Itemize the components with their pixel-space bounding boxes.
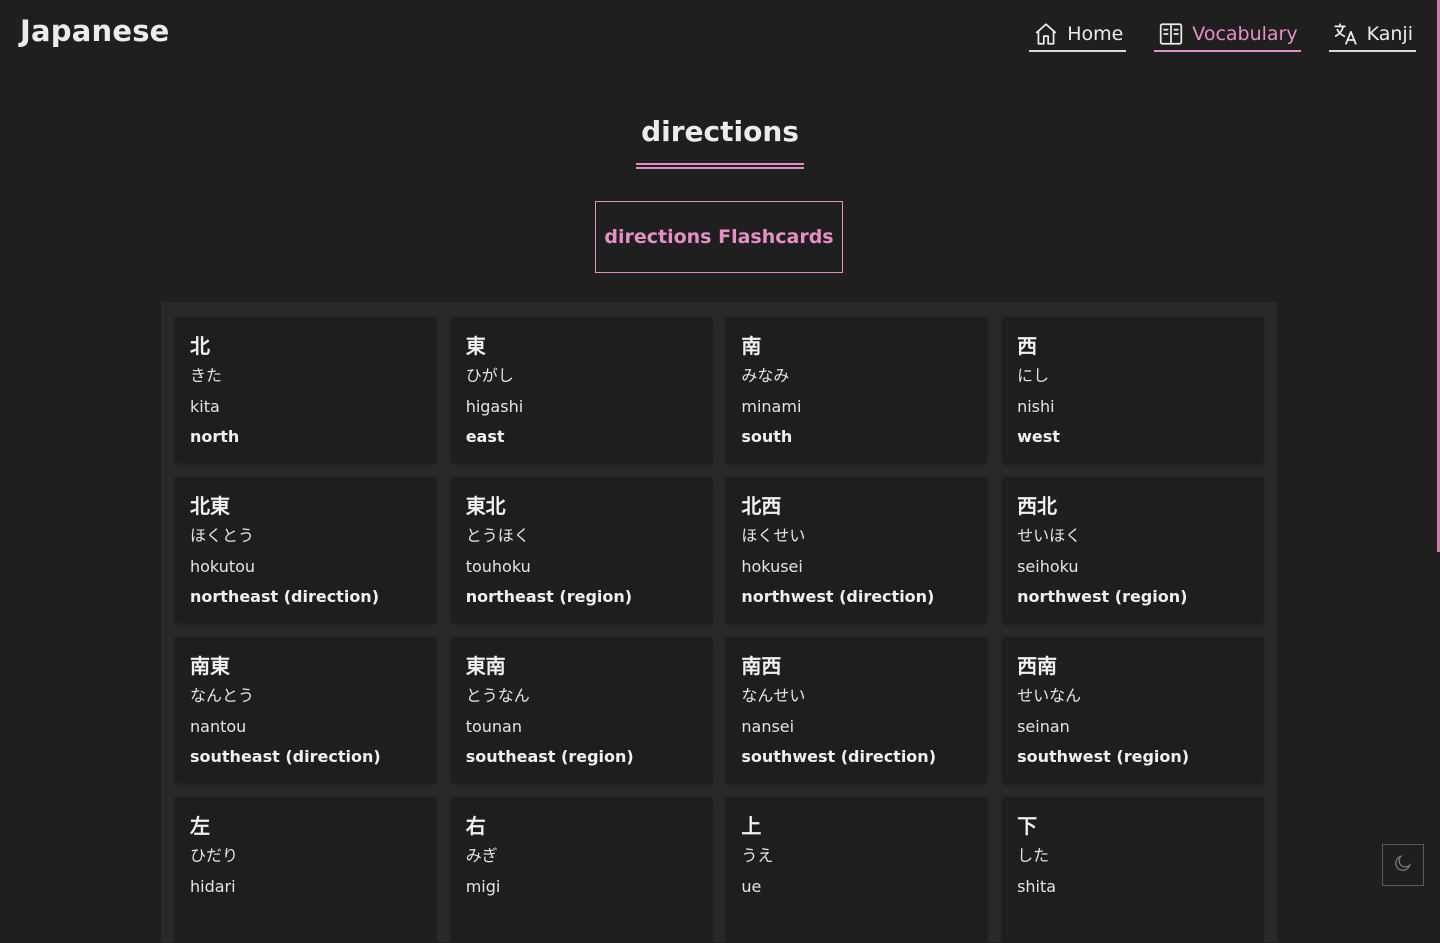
vocabulary-grid: 北きた kita north 東ひがし higashi east 南みなみ minami sou… [161, 302, 1277, 943]
card-meaning: north [190, 427, 240, 446]
card-kana: ひがし [465, 366, 514, 385]
card-meaning: northwest (region) [1017, 587, 1188, 606]
card-kanji: 南東 [190, 654, 230, 678]
title-section: directions [0, 112, 1440, 169]
card-meaning: northeast (region) [465, 587, 633, 606]
card-romaji: nishi [1017, 397, 1055, 416]
card-romaji: migi [465, 877, 501, 896]
nav-vocabulary-label: Vocabulary [1192, 23, 1298, 45]
card-kanji: 東南 [465, 654, 506, 678]
card-romaji: minami [741, 397, 802, 416]
card-romaji: hokutou [190, 557, 256, 576]
card-kanji: 北東 [190, 494, 230, 518]
nav-home[interactable]: Home [1029, 18, 1127, 52]
title-underline [636, 163, 804, 169]
card-meaning: northeast (direction) [190, 587, 380, 606]
vocab-card[interactable]: 西南せいなん seinan southwest (region) [1002, 637, 1264, 783]
page-title: directions [641, 115, 799, 148]
card-meaning: east [465, 427, 505, 446]
card-kanji: 西北 [1017, 494, 1058, 518]
card-romaji: hokusei [741, 557, 803, 576]
card-meaning: southeast (direction) [190, 747, 381, 766]
card-kanji: 南 [741, 334, 762, 358]
vocab-card[interactable]: 南東なんとう nantou southeast (direction) [175, 637, 436, 783]
card-romaji: higashi [465, 397, 524, 416]
book-icon [1158, 21, 1184, 47]
moon-icon [1393, 853, 1413, 877]
card-romaji: tounan [465, 717, 522, 736]
main-nav: Home Vocabulary Kanji [1029, 18, 1416, 52]
card-kanji: 西南 [1017, 654, 1058, 678]
card-kana: とうなん [465, 686, 530, 705]
card-kana: なんとう [190, 686, 255, 705]
card-kanji: 右 [465, 814, 486, 838]
card-meaning: southwest (region) [1017, 747, 1190, 766]
card-kana: ほくとう [190, 526, 255, 545]
card-romaji: touhoku [465, 557, 531, 576]
card-meaning: southeast (region) [465, 747, 634, 766]
card-kana: にし [1017, 366, 1050, 385]
card-kana: みぎ [465, 846, 498, 865]
nav-kanji[interactable]: Kanji [1328, 18, 1416, 52]
card-meaning: northwest (direction) [741, 587, 935, 606]
nav-vocabulary[interactable]: Vocabulary [1154, 18, 1301, 52]
translate-icon [1333, 21, 1359, 47]
vocab-card[interactable]: 東北とうほく touhoku northeast (region) [450, 477, 712, 623]
card-kana: ひだり [190, 846, 239, 865]
card-kana: うえ [741, 846, 774, 865]
theme-toggle-button[interactable] [1382, 844, 1424, 886]
vocab-card[interactable]: 南西なんせい nansei southwest (direction) [726, 637, 988, 783]
card-kanji: 左 [190, 814, 210, 838]
card-romaji: seihoku [1017, 557, 1079, 576]
card-romaji: seinan [1017, 717, 1070, 736]
card-kanji: 上 [741, 814, 762, 838]
card-kanji: 北 [190, 334, 210, 358]
vocab-card[interactable]: 北西ほくせい hokusei northwest (direction) [726, 477, 988, 623]
card-kana: せいなん [1017, 686, 1082, 705]
vocab-card[interactable]: 北東ほくとう hokutou northeast (direction) [175, 477, 436, 623]
card-kana: なんせい [741, 686, 806, 705]
card-romaji: nantou [190, 717, 247, 736]
vocab-card[interactable]: 西にし nishi west [1002, 317, 1264, 463]
vocab-card[interactable]: 東南とうなん tounan southeast (region) [450, 637, 712, 783]
vocab-card[interactable]: 右みぎ migi [450, 797, 712, 943]
vocab-card[interactable]: 左ひだり hidari [175, 797, 436, 943]
flashcards-button[interactable]: directions Flashcards [595, 201, 843, 273]
card-kanji: 南西 [741, 654, 782, 678]
card-kana: した [1017, 846, 1050, 865]
card-kanji: 下 [1017, 814, 1038, 838]
card-romaji: nansei [741, 717, 795, 736]
card-kana: みなみ [741, 366, 790, 385]
card-romaji: shita [1017, 877, 1057, 896]
card-kanji: 北西 [741, 494, 782, 518]
card-kana: きた [190, 366, 223, 385]
home-icon [1033, 21, 1059, 47]
card-kanji: 西 [1017, 334, 1038, 358]
header: Japanese Home Vocabulary Kanji [0, 0, 1440, 72]
nav-kanji-label: Kanji [1366, 23, 1413, 45]
card-romaji: hidari [190, 877, 236, 896]
vocab-card[interactable]: 上うえ ue [726, 797, 988, 943]
nav-home-label: Home [1067, 23, 1124, 45]
vocab-card[interactable]: 下した shita [1002, 797, 1264, 943]
card-kanji: 東北 [465, 494, 506, 518]
vocab-card[interactable]: 東ひがし higashi east [450, 317, 712, 463]
card-meaning: west [1017, 427, 1060, 446]
vocab-card[interactable]: 北きた kita north [175, 317, 436, 463]
card-romaji: ue [741, 877, 762, 896]
card-kana: せいほく [1017, 526, 1082, 545]
card-kana: とうほく [465, 526, 530, 545]
card-meaning: southwest (direction) [741, 747, 936, 766]
card-romaji: kita [190, 397, 220, 416]
card-meaning: south [741, 427, 793, 446]
vocab-card[interactable]: 西北せいほく seihoku northwest (region) [1002, 477, 1264, 623]
card-kanji: 東 [465, 334, 486, 358]
vocab-card[interactable]: 南みなみ minami south [726, 317, 988, 463]
card-kana: ほくせい [741, 526, 806, 545]
brand-logo[interactable]: Japanese [20, 14, 170, 48]
